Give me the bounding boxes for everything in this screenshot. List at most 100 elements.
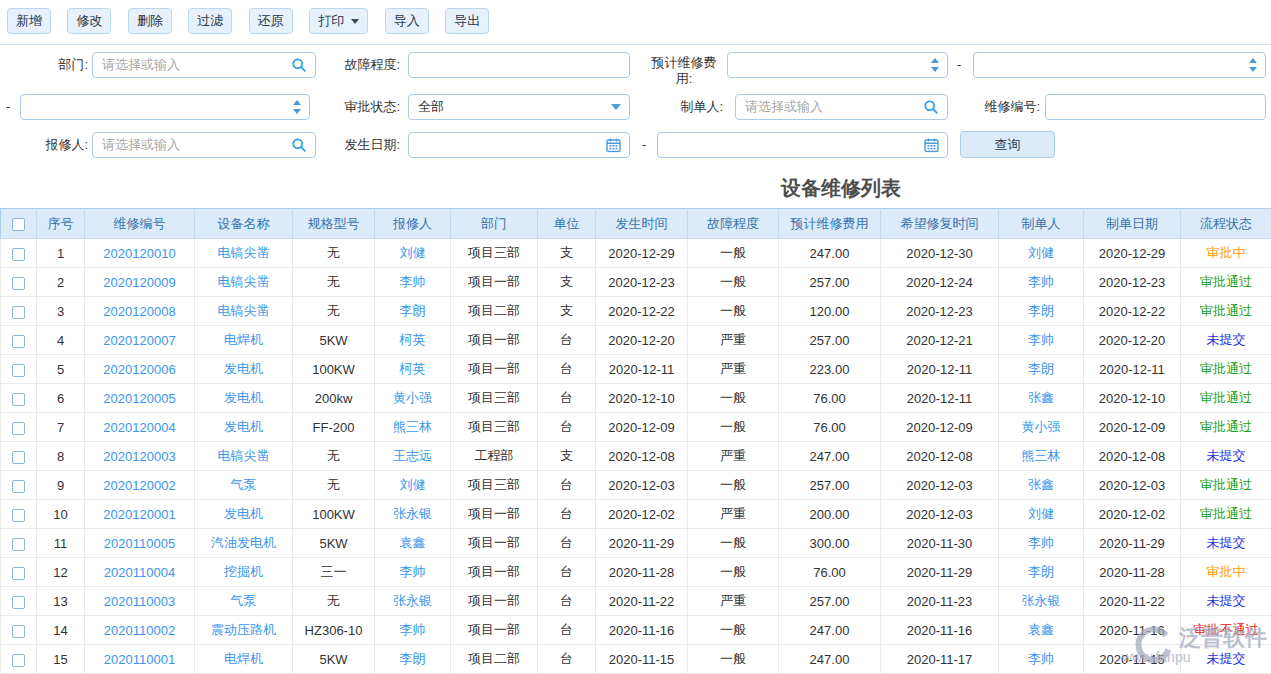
repair-no-link[interactable]: 2020120010 [85, 239, 195, 268]
device-name-link[interactable]: 电焊机 [195, 326, 293, 355]
chevron-down-icon[interactable] [611, 104, 621, 110]
creator-link[interactable]: 李帅 [999, 529, 1084, 558]
occur-date-end-input[interactable] [657, 132, 948, 158]
export-button[interactable]: 导出 [445, 8, 489, 34]
creator-link[interactable]: 李帅 [999, 326, 1084, 355]
reporter-link[interactable]: 张永银 [375, 500, 451, 529]
creator-link[interactable]: 熊三林 [999, 442, 1084, 471]
row-checkbox[interactable] [12, 277, 25, 290]
repair-no-link[interactable]: 2020120002 [85, 471, 195, 500]
creator-link[interactable]: 李朗 [999, 355, 1084, 384]
repair-no-link[interactable]: 2020110001 [85, 645, 195, 674]
reporter-link[interactable]: 袁鑫 [375, 529, 451, 558]
device-name-link[interactable]: 发电机 [195, 355, 293, 384]
creator-input[interactable]: 请选择或输入 [735, 94, 948, 120]
restore-button[interactable]: 还原 [249, 8, 293, 34]
range-spinner-input[interactable] [20, 94, 310, 120]
creator-link[interactable]: 张永银 [999, 587, 1084, 616]
print-button[interactable]: 打印 [309, 8, 368, 34]
device-name-link[interactable]: 发电机 [195, 384, 293, 413]
device-name-link[interactable]: 电镐尖凿 [195, 297, 293, 326]
row-checkbox[interactable] [12, 538, 25, 551]
reporter-link[interactable]: 熊三林 [375, 413, 451, 442]
device-name-link[interactable]: 挖掘机 [195, 558, 293, 587]
add-button[interactable]: 新增 [7, 8, 51, 34]
search-icon[interactable] [923, 99, 939, 115]
creator-link[interactable]: 李朗 [999, 297, 1084, 326]
creator-link[interactable]: 刘健 [999, 239, 1084, 268]
creator-link[interactable]: 李帅 [999, 645, 1084, 674]
device-name-link[interactable]: 气泵 [195, 471, 293, 500]
repair-no-link[interactable]: 2020120004 [85, 413, 195, 442]
est-cost-max-input[interactable] [973, 52, 1266, 78]
repair-no-link[interactable]: 2020120003 [85, 442, 195, 471]
import-button[interactable]: 导入 [385, 8, 429, 34]
row-checkbox[interactable] [12, 596, 25, 609]
device-name-link[interactable]: 发电机 [195, 500, 293, 529]
repair-no-input[interactable] [1045, 94, 1266, 120]
repair-no-link[interactable]: 2020110005 [85, 529, 195, 558]
fault-degree-input[interactable] [408, 52, 630, 78]
row-checkbox[interactable] [12, 306, 25, 319]
repair-no-link[interactable]: 2020110004 [85, 558, 195, 587]
delete-button[interactable]: 删除 [128, 8, 172, 34]
reporter-input[interactable]: 请选择或输入 [92, 132, 316, 158]
calendar-icon[interactable] [606, 138, 621, 153]
device-name-link[interactable]: 电焊机 [195, 645, 293, 674]
reporter-link[interactable]: 刘健 [375, 239, 451, 268]
reporter-link[interactable]: 李朗 [375, 645, 451, 674]
creator-link[interactable]: 李帅 [999, 268, 1084, 297]
row-checkbox[interactable] [12, 335, 25, 348]
row-checkbox[interactable] [12, 248, 25, 261]
device-name-link[interactable]: 汽油发电机 [195, 529, 293, 558]
creator-link[interactable]: 张鑫 [999, 471, 1084, 500]
repair-no-link[interactable]: 2020110002 [85, 616, 195, 645]
row-checkbox[interactable] [12, 509, 25, 522]
occur-date-start-input[interactable] [408, 132, 630, 158]
row-checkbox[interactable] [12, 567, 25, 580]
creator-link[interactable]: 黄小强 [999, 413, 1084, 442]
repair-no-link[interactable]: 2020120008 [85, 297, 195, 326]
device-name-link[interactable]: 震动压路机 [195, 616, 293, 645]
reporter-link[interactable]: 王志远 [375, 442, 451, 471]
reporter-link[interactable]: 李帅 [375, 616, 451, 645]
modify-button[interactable]: 修改 [67, 8, 111, 34]
device-name-link[interactable]: 电镐尖凿 [195, 239, 293, 268]
reporter-link[interactable]: 李帅 [375, 558, 451, 587]
filter-button[interactable]: 过滤 [188, 8, 232, 34]
repair-no-link[interactable]: 2020120006 [85, 355, 195, 384]
reporter-link[interactable]: 李帅 [375, 268, 451, 297]
creator-link[interactable]: 张鑫 [999, 384, 1084, 413]
row-checkbox[interactable] [12, 364, 25, 377]
select-all-checkbox[interactable] [12, 218, 25, 231]
row-checkbox[interactable] [12, 422, 25, 435]
row-checkbox[interactable] [12, 625, 25, 638]
row-checkbox[interactable] [12, 451, 25, 464]
device-name-link[interactable]: 电镐尖凿 [195, 442, 293, 471]
repair-no-link[interactable]: 2020110003 [85, 587, 195, 616]
department-input[interactable]: 请选择或输入 [92, 52, 316, 78]
creator-link[interactable]: 袁鑫 [999, 616, 1084, 645]
calendar-icon[interactable] [924, 138, 939, 153]
reporter-link[interactable]: 黄小强 [375, 384, 451, 413]
reporter-link[interactable]: 李朗 [375, 297, 451, 326]
repair-no-link[interactable]: 2020120007 [85, 326, 195, 355]
device-name-link[interactable]: 气泵 [195, 587, 293, 616]
reporter-link[interactable]: 柯英 [375, 326, 451, 355]
device-name-link[interactable]: 电镐尖凿 [195, 268, 293, 297]
spinner-icon[interactable] [931, 58, 939, 72]
reporter-link[interactable]: 刘健 [375, 471, 451, 500]
repair-no-link[interactable]: 2020120005 [85, 384, 195, 413]
repair-no-link[interactable]: 2020120001 [85, 500, 195, 529]
row-checkbox[interactable] [12, 654, 25, 667]
row-checkbox[interactable] [12, 393, 25, 406]
device-name-link[interactable]: 发电机 [195, 413, 293, 442]
spinner-icon[interactable] [1249, 58, 1257, 72]
creator-link[interactable]: 李朗 [999, 558, 1084, 587]
reporter-link[interactable]: 柯英 [375, 355, 451, 384]
creator-link[interactable]: 刘健 [999, 500, 1084, 529]
query-button[interactable]: 查询 [960, 131, 1055, 158]
repair-no-link[interactable]: 2020120009 [85, 268, 195, 297]
row-checkbox[interactable] [12, 480, 25, 493]
approval-status-select[interactable]: 全部 [408, 94, 630, 120]
